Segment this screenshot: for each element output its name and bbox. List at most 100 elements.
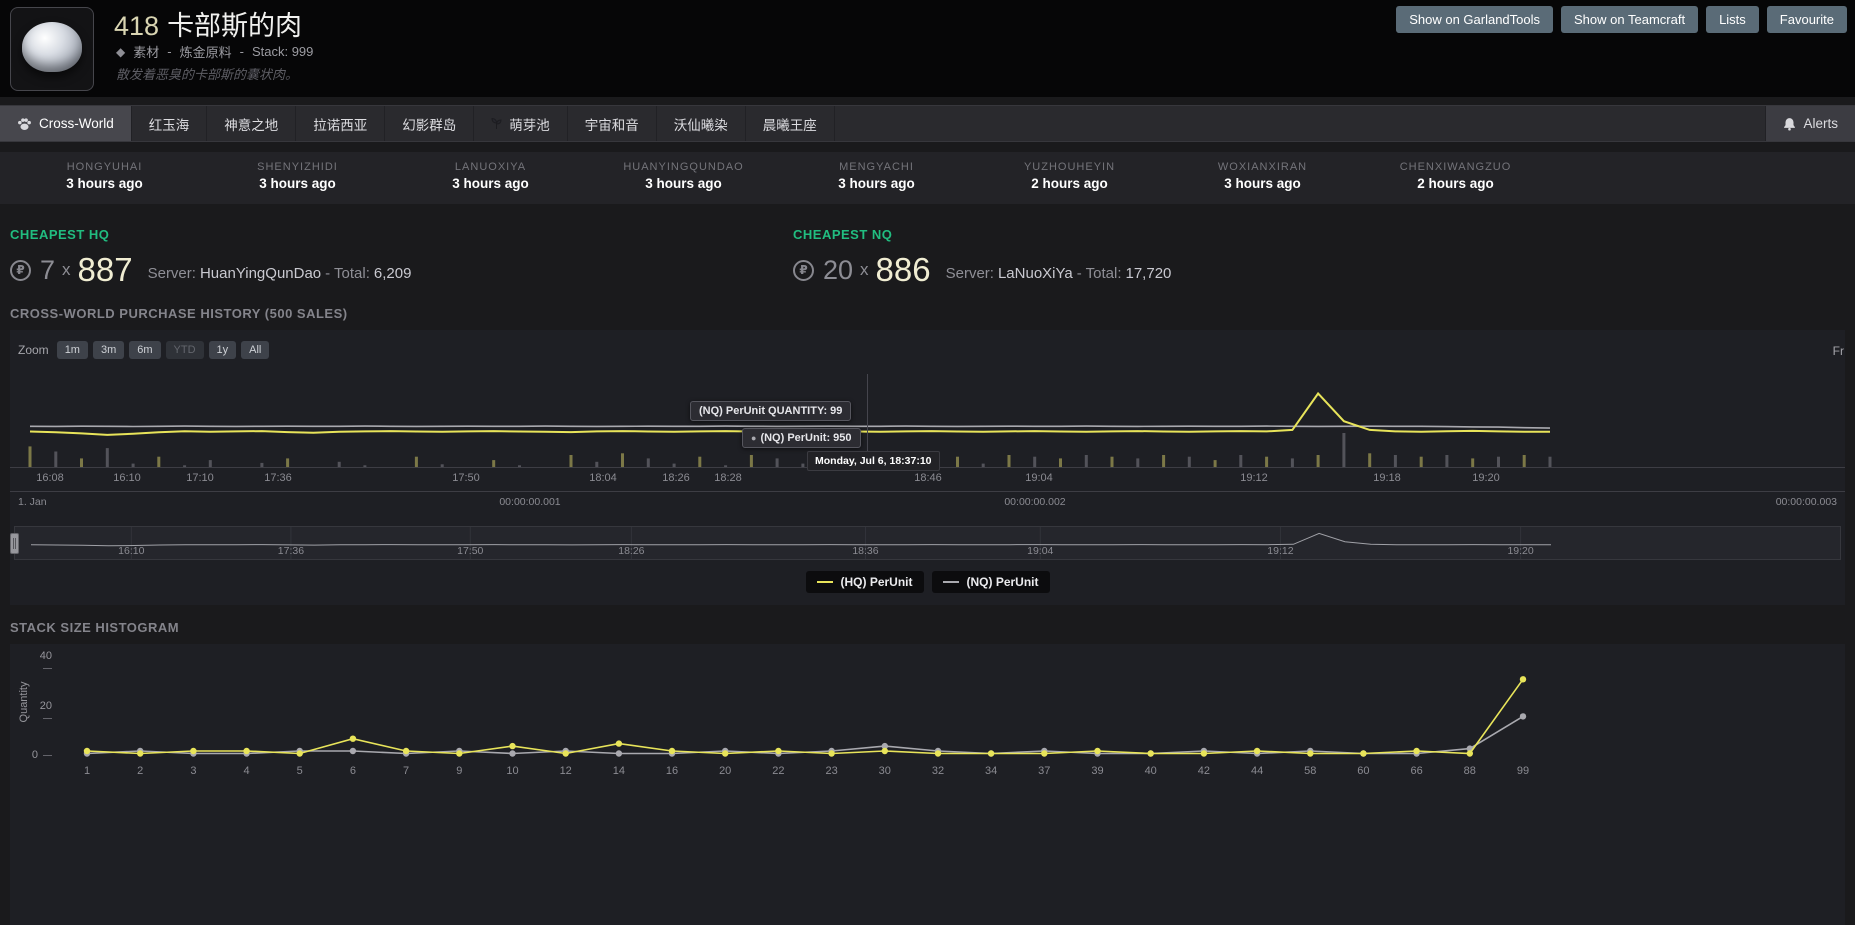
nq-histogram-point	[509, 750, 516, 757]
zoom-1m-button[interactable]: 1m	[56, 341, 88, 359]
bell-icon	[1784, 117, 1796, 130]
x-axis-label: 17:10	[186, 472, 214, 484]
sale-quantity-bar	[956, 456, 959, 467]
x-axis-label: 18:26	[662, 472, 690, 484]
tabbar-spacer	[835, 106, 1766, 141]
update-time: 3 hours ago	[452, 176, 529, 191]
navigator-label: 19:12	[1267, 545, 1293, 557]
sale-quantity-bar	[414, 456, 418, 467]
purchase-history-title: CROSS-WORLD PURCHASE HISTORY (500 SALES)	[10, 306, 348, 321]
sale-quantity-bar	[1497, 456, 1500, 467]
world-name: YUZHOUHEYIN	[1023, 161, 1116, 173]
tab-server[interactable]: 宇宙和音	[568, 106, 657, 141]
cheapest-hq-quantity: 7	[40, 254, 56, 285]
histogram-x-label: 5	[297, 765, 303, 777]
favourite-button[interactable]: Favourite	[1766, 6, 1847, 33]
world-update-lanuoxiya: LANUOXIYA 3 hours ago	[394, 152, 587, 204]
histogram-y-labels: 0 20 40	[10, 644, 70, 774]
navigator-plot: 16:10 17:36 17:50 18:26 18:36 19:04 19:12 19:20	[30, 527, 1551, 559]
series-dot-icon: ●	[751, 433, 757, 443]
gil-icon: ₽	[793, 259, 814, 281]
zoom-6m-button[interactable]: 6m	[129, 341, 161, 359]
sale-quantity-bar	[1342, 433, 1346, 467]
tab-label: 幻影群岛	[402, 117, 457, 133]
legend-item[interactable]: (NQ) PerUnit	[931, 571, 1050, 593]
tab-server[interactable]: 神意之地	[207, 106, 297, 141]
sub-axis-label: 1. Jan	[18, 496, 47, 508]
histogram-x-label: 60	[1357, 765, 1369, 777]
tab-server[interactable]: 红玉海	[132, 106, 208, 141]
lists-button[interactable]: Lists	[1706, 6, 1759, 33]
navigator-handle[interactable]	[10, 533, 19, 554]
tab-alerts[interactable]: Alerts	[1765, 106, 1855, 141]
show-on-garlandtools-button[interactable]: Show on GarlandTools	[1396, 6, 1554, 33]
legend-label: (HQ) PerUnit	[840, 575, 913, 589]
world-update-woxianxiran: WOXIANXIRAN 3 hours ago	[1166, 152, 1359, 204]
histogram-x-label: 2	[137, 765, 143, 777]
x-axis-label: 17:50	[452, 472, 480, 484]
sub-axis-label: 00:00:00.003	[1775, 496, 1837, 508]
item-image	[22, 22, 82, 72]
tab-server[interactable]: 沃仙曦染	[657, 106, 746, 141]
legend-swatch	[942, 581, 959, 583]
cheapest-nq-price-row: ₽ 20 x 886 Server: LaNuoXiYa - Total: 17,72…	[793, 251, 1175, 289]
tab-server[interactable]: 萌芽池	[474, 106, 568, 141]
total-value: 6,209	[373, 265, 412, 282]
zoom-ytd-button: YTD	[165, 341, 204, 359]
server-prefix: Server:	[945, 265, 994, 282]
tab-server[interactable]: 晨曦王座	[746, 106, 835, 141]
tab-cross-world[interactable]: Cross-World	[0, 106, 132, 141]
legend-swatch	[816, 581, 833, 583]
histogram-x-label: 99	[1517, 765, 1529, 777]
cheapest-nq-section: CHEAPEST NQ ₽ 20 x 886 Server: LaNuoXiYa -…	[793, 227, 1175, 289]
cheapest-hq-section: CHEAPEST HQ ₽ 7 x 887 Server: HuanYingQun…	[10, 227, 415, 289]
hq-histogram-point	[1307, 750, 1314, 757]
tab-label: 萌芽池	[509, 117, 550, 133]
world-name: MENGYACHI	[839, 161, 914, 173]
server-prefix: Server:	[147, 265, 196, 282]
cheapest-hq-price: 887	[77, 251, 133, 288]
item-description: 散发着恶臭的卡部斯的囊状肉。	[116, 67, 299, 82]
legend-item[interactable]: (HQ) PerUnit	[805, 571, 924, 593]
nq-histogram-point	[349, 747, 357, 755]
histogram-x-label: 34	[985, 765, 997, 777]
world-name: HUANYINGQUNDAO	[623, 161, 744, 173]
zoom-3m-button[interactable]: 3m	[92, 341, 125, 359]
nq-histogram-point	[615, 750, 623, 757]
header-buttons: Show on GarlandTools Show on Teamcraft Lis…	[1396, 6, 1847, 33]
zoom-all-button[interactable]: All	[241, 341, 270, 359]
histogram-x-label: 6	[350, 765, 356, 777]
cheapest-nq-quantity: 20	[823, 254, 854, 285]
update-time: 3 hours ago	[838, 176, 915, 191]
cheapest-nq-price: 886	[875, 251, 931, 288]
x-axis-label: 19:04	[1025, 472, 1053, 484]
sale-quantity-bar	[621, 453, 624, 467]
tab-server[interactable]: 幻影群岛	[385, 106, 475, 141]
histogram-x-label: 14	[613, 765, 625, 777]
update-time: 2 hours ago	[1417, 176, 1494, 191]
hq-histogram-point	[881, 747, 888, 755]
cheapest-nq-server-line: Server: LaNuoXiYa - Total: 17,720	[946, 265, 1176, 282]
histogram-x-label: 16	[666, 765, 678, 777]
item-category: 素材	[133, 45, 160, 60]
tab-label: 拉诺西亚	[313, 117, 368, 133]
x-axis-label: 18:04	[589, 472, 617, 484]
sub-axis	[10, 491, 1845, 492]
zoom-1y-button[interactable]: 1y	[208, 341, 237, 359]
x-axis-label: 16:10	[113, 472, 141, 484]
hq-histogram-point	[83, 747, 91, 755]
histogram-x-label: 20	[719, 765, 731, 777]
home-world-sprout-icon	[491, 117, 502, 129]
sale-quantity-bar	[54, 451, 58, 467]
tab-server[interactable]: 拉诺西亚	[296, 106, 386, 141]
hq-histogram-point	[987, 750, 995, 757]
hq-histogram-point	[402, 747, 410, 755]
chart-navigator[interactable]: 16:10 17:36 17:50 18:26 18:36 19:04 19:12 19:20	[10, 526, 1841, 560]
hq-histogram-point	[509, 742, 516, 750]
sub-axis-label: 00:00:00.002	[1004, 496, 1066, 508]
histogram-y-label: 0	[28, 749, 52, 761]
tooltip-date: Monday, Jul 6, 18:37:10	[807, 451, 940, 471]
show-on-teamcraft-button[interactable]: Show on Teamcraft	[1561, 6, 1699, 33]
x-axis-label: 17:36	[264, 472, 292, 484]
sale-quantity-bar	[1007, 455, 1011, 467]
